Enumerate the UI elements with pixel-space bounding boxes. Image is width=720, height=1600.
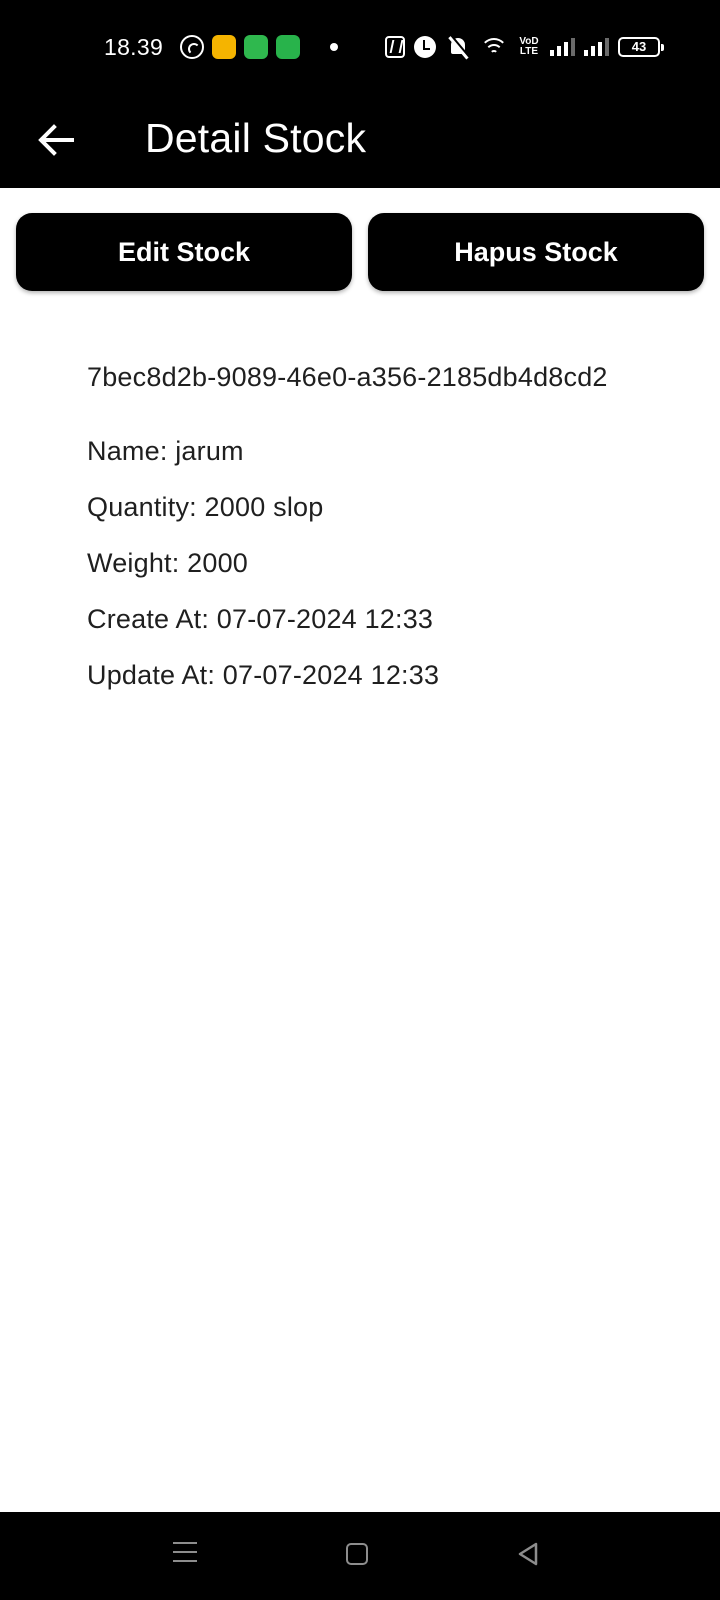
status-time: 18.39 — [104, 34, 164, 60]
wifi-icon — [480, 36, 508, 58]
status-bar: 18.39 VoD LTE 43 — [0, 0, 720, 96]
detail-list: Name: jarum Quantity: 2000 slop Weight: … — [87, 423, 608, 703]
notification-icons — [180, 35, 338, 59]
screen: 18.39 VoD LTE 43 Detail Stock Edit Stock… — [0, 0, 720, 1600]
whatsapp-icon — [180, 35, 204, 59]
battery-icon: 43 — [618, 37, 664, 57]
nfc-icon — [385, 36, 405, 58]
stock-created-at: Create At: 07-07-2024 12:33 — [87, 604, 434, 634]
page-title: Detail Stock — [145, 115, 367, 161]
app-bar: Detail Stock — [0, 96, 720, 188]
signal-icon-2 — [584, 38, 609, 56]
app-notification-icon — [212, 35, 236, 59]
navigation-bar — [0, 1512, 720, 1600]
signal-icon — [550, 38, 575, 56]
delete-stock-button[interactable]: Hapus Stock — [368, 213, 704, 291]
system-icons: VoD LTE 43 — [385, 36, 664, 58]
stock-updated-at: Update At: 07-07-2024 12:33 — [87, 660, 440, 690]
stock-weight: Weight: 2000 — [87, 548, 249, 578]
alarm-icon — [414, 36, 436, 58]
arrow-left-icon — [38, 124, 74, 156]
dot-icon — [330, 43, 338, 51]
chat-icon — [276, 35, 300, 59]
stock-name: Name: jarum — [87, 436, 244, 466]
menu-icon[interactable] — [173, 1542, 197, 1566]
stock-detail: 7bec8d2b-9089-46e0-a356-2185db4d8cd2 Nam… — [87, 352, 608, 703]
sim-icon — [244, 35, 268, 59]
edit-stock-button[interactable]: Edit Stock — [16, 213, 352, 291]
home-icon[interactable] — [346, 1543, 368, 1565]
back-button[interactable] — [32, 116, 80, 164]
volte-icon: VoD LTE — [519, 36, 539, 57]
mute-icon — [445, 36, 471, 58]
stock-quantity: Quantity: 2000 slop — [87, 492, 324, 522]
stock-id: 7bec8d2b-9089-46e0-a356-2185db4d8cd2 — [87, 362, 608, 392]
back-icon[interactable] — [516, 1541, 542, 1567]
